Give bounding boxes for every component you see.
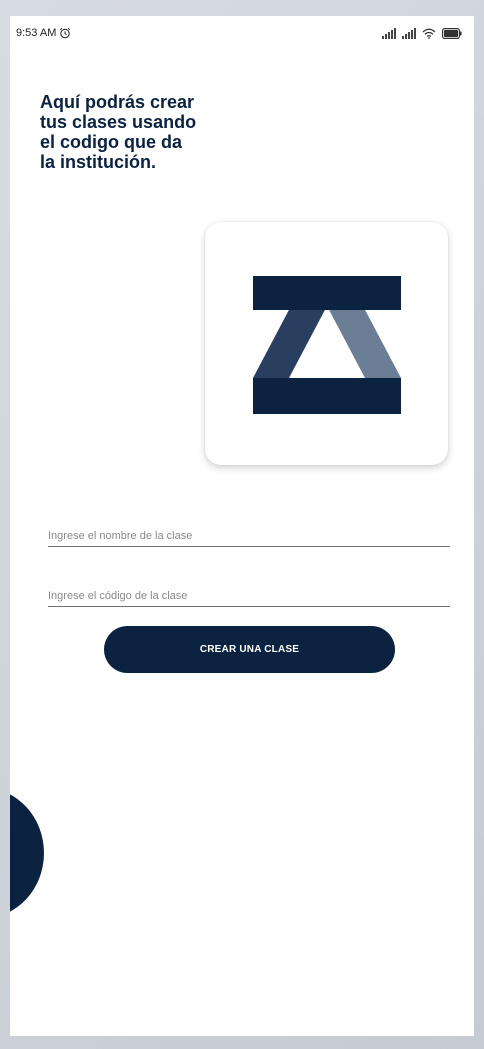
class-code-input[interactable] [48,590,450,602]
logo-right-stroke [327,306,401,378]
class-name-field[interactable] [48,526,450,547]
back-button[interactable] [10,788,44,918]
alarm-clock-icon [59,27,71,39]
wifi-icon [422,28,436,39]
headline-line-2: tus clases usando [40,112,197,132]
institution-logo [253,276,401,414]
device-frame: 9:53 AM Aquí podrás crear tus clases usa… [0,0,484,1049]
battery-icon [442,27,462,39]
logo-card [205,222,448,465]
create-class-button[interactable]: CREAR UNA CLASE [104,626,395,673]
headline-line-1: Aquí podrás crear [40,92,195,112]
status-time: 9:53 AM [16,27,57,39]
logo-bottom-bar [253,378,401,414]
cellular-signal-icon [382,27,396,39]
headline-line-4: la institución. [40,152,157,172]
arrow-left-icon[interactable]: ← [22,769,38,785]
cellular-signal-icon-2 [402,27,416,39]
headline-line-3: el codigo que da [40,132,183,152]
logo-left-stroke [253,306,327,378]
logo-top-bar [253,276,401,310]
status-right [382,27,462,39]
class-name-input[interactable] [48,530,450,542]
class-code-field[interactable] [48,586,450,607]
page-headline: Aquí podrás crear tus clases usando el c… [40,92,220,172]
status-left: 9:53 AM [16,27,71,39]
app-screen: 9:53 AM Aquí podrás crear tus clases usa… [10,16,474,1036]
status-bar: 9:53 AM [10,16,474,50]
